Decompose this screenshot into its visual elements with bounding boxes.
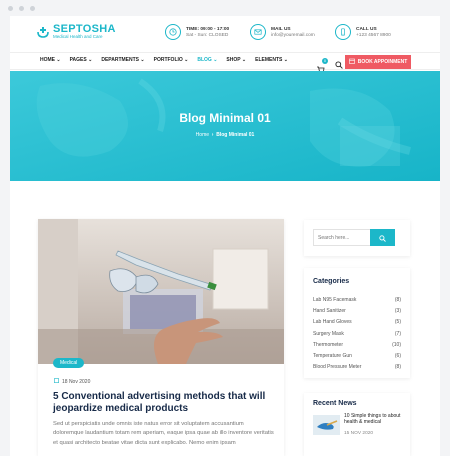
search-input[interactable] (313, 229, 375, 246)
category-item[interactable]: Surgery Mask (7) (313, 331, 401, 342)
chevron-down-icon: ⌄ (88, 57, 93, 63)
post-title[interactable]: 5 Conventional advertising methods that … (53, 391, 268, 415)
breadcrumb: Home › Blog Minimal 01 (10, 132, 440, 138)
mail-label: MAIL US (271, 26, 291, 32)
nav-item-home[interactable]: HOME ⌄ (40, 57, 61, 63)
categories-title: Categories (313, 278, 350, 285)
call-label: CALL US (356, 26, 377, 32)
news-item-date: 15 NOV 2020 (344, 431, 374, 436)
clock-icon (165, 24, 181, 40)
window-controls (8, 6, 35, 11)
calendar-icon (348, 58, 355, 66)
opening-hours: TIME: 09:00 - 17:00 Sat - Sun: CLOSED (165, 24, 229, 40)
time-value: Sat - Sun: CLOSED (186, 32, 229, 38)
cart-icon[interactable]: 0 (316, 57, 328, 73)
call-value[interactable]: +123 4567 8900 (356, 33, 391, 39)
phone-icon (335, 24, 351, 40)
book-appointment-label: BOOK APPOINMENT (357, 59, 408, 65)
recent-news-widget: Recent News 10 Simple things to about he… (304, 393, 410, 456)
chevron-down-icon: ⌄ (140, 57, 145, 63)
post-excerpt: Sed ut perspiciatis unde omnis iste natu… (53, 421, 274, 446)
news-item-title[interactable]: 10 Simple things to about health & medic… (344, 413, 404, 425)
post-image[interactable] (38, 219, 284, 364)
breadcrumb-separator: › (211, 132, 214, 138)
news-thumbnail[interactable] (313, 415, 340, 435)
category-item[interactable]: Lab Hand Gloves (5) (313, 319, 401, 330)
category-list: Lab N95 Facemask (8) Hand Sanitizer (3) La… (313, 297, 401, 375)
post-date: 18 Nov 2020 (54, 378, 90, 385)
search-button[interactable] (370, 229, 395, 246)
chevron-down-icon: ⌄ (283, 57, 288, 63)
logo[interactable]: SEPTOSHA Medical Health and Care (36, 24, 116, 40)
nav-item-shop[interactable]: SHOP ⌄ (226, 57, 246, 63)
page: SEPTOSHA Medical Health and Care TIME: 0… (10, 16, 440, 456)
nav-item-blog[interactable]: BLOG ⌄ (197, 57, 217, 63)
page-title: Blog Minimal 01 (179, 111, 271, 125)
nav-item-departments[interactable]: DEPARTMENTS ⌄ (101, 57, 144, 63)
cart-count-badge: 0 (322, 57, 328, 64)
book-appointment-button[interactable]: BOOK APPOINMENT (345, 55, 411, 69)
page-hero: Blog Minimal 01 Home › Blog Minimal 01 (10, 71, 440, 181)
mail-info: MAIL US info@youremail.com (250, 24, 315, 40)
top-bar: SEPTOSHA Medical Health and Care TIME: 0… (10, 16, 440, 50)
chevron-down-icon: ⌄ (241, 57, 247, 63)
categories-widget: Categories Lab N95 Facemask (8) Hand Sani… (304, 268, 410, 378)
category-item[interactable]: Hand Sanitizer (3) (313, 308, 401, 319)
search-icon (379, 229, 386, 247)
call-info: CALL US +123 4567 8900 (335, 24, 391, 40)
recent-news-title: Recent News (313, 400, 357, 407)
window-dot[interactable] (19, 6, 24, 11)
window-dot[interactable] (30, 6, 35, 11)
chevron-down-icon: ⌄ (213, 57, 218, 63)
nav-item-elements[interactable]: ELEMENTS ⌄ (255, 57, 288, 63)
time-label: TIME: 09:00 - 17:00 (186, 26, 230, 32)
mail-value[interactable]: info@youremail.com (271, 33, 315, 39)
browser-frame: SEPTOSHA Medical Health and Care TIME: 0… (0, 0, 450, 456)
category-item[interactable]: Lab N95 Facemask (8) (313, 297, 401, 308)
calendar-icon (54, 378, 60, 385)
logo-name: SEPTOSHA (53, 23, 116, 35)
search-widget (304, 220, 410, 256)
breadcrumb-current: Blog Minimal 01 (216, 132, 255, 138)
hero-background-image (10, 71, 440, 181)
window-dot[interactable] (8, 6, 13, 11)
chevron-down-icon: ⌄ (56, 57, 61, 63)
breadcrumb-home[interactable]: Home (196, 132, 209, 138)
category-item[interactable]: Temperature Gun (6) (313, 353, 401, 364)
main-nav: HOME ⌄ PAGES ⌄ DEPARTMENTS ⌄ PORTFOLIO ⌄… (10, 52, 440, 73)
post-category-tag[interactable]: Medical (53, 358, 85, 368)
nav-item-portfolio[interactable]: PORTFOLIO ⌄ (154, 57, 189, 63)
category-item[interactable]: Blood Pressure Meter (8) (313, 364, 401, 375)
chevron-down-icon: ⌄ (184, 57, 189, 63)
blog-post-card: Medical 18 Nov 2020 5 Conventional adver… (38, 219, 284, 456)
mail-icon (250, 24, 266, 40)
logo-hands-icon (36, 25, 50, 39)
category-item[interactable]: Thermometer (10) (313, 342, 401, 353)
nav-item-pages[interactable]: PAGES ⌄ (70, 57, 93, 63)
post-date-text: 18 Nov 2020 (62, 378, 91, 385)
